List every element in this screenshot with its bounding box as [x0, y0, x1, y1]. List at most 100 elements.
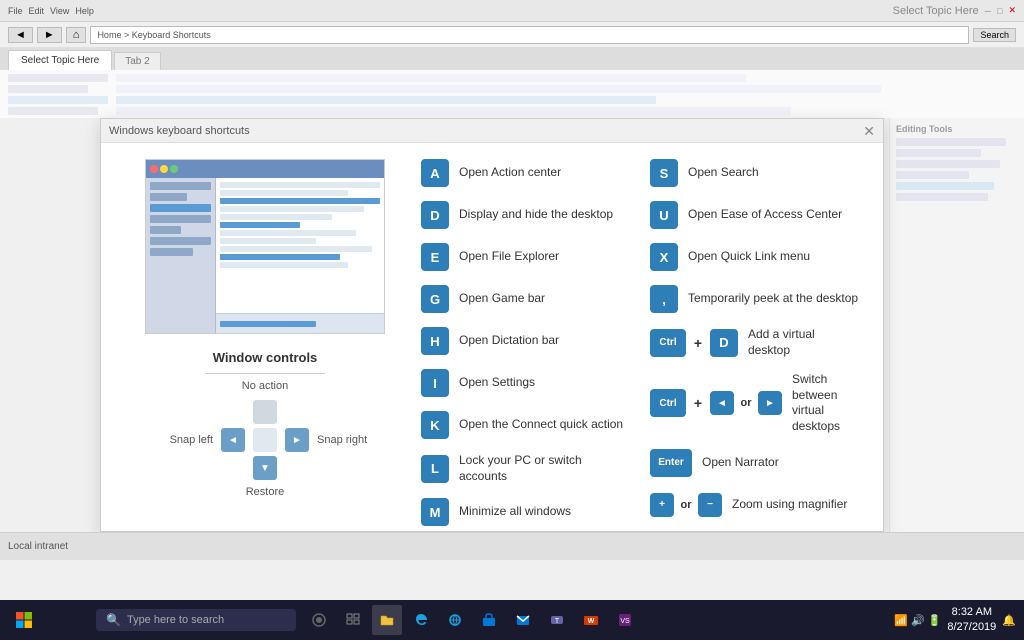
panel-body: Window controls No action Snap left ◄ [101, 143, 883, 531]
taskbar-icon-mail[interactable] [508, 605, 538, 635]
win-sidebar-item-1 [150, 182, 211, 190]
right-sidebar: Editing Tools [889, 118, 1024, 532]
window-controls-max[interactable]: □ [997, 6, 1002, 16]
win-row-highlight-2 [220, 222, 300, 228]
ctrl-arrows-key-group: Ctrl + ◄ or ► [650, 389, 782, 417]
controls-bottom-row: ▼ [253, 456, 277, 480]
taskbar-icon-store[interactable] [474, 605, 504, 635]
win-main [216, 178, 384, 313]
taskbar-icon-explorer[interactable] [372, 605, 402, 635]
shortcut-row-ctrl-arrows: Ctrl + ◄ or ► Switch between virtual des… [650, 372, 859, 434]
shortcut-row-x: X Open Quick Link menu [650, 243, 859, 271]
menu-item-view[interactable]: View [50, 6, 69, 16]
win-min-btn [160, 165, 168, 173]
or-text-1: or [738, 389, 754, 417]
shortcut-row-zoom: + or − Zoom using magnifier [650, 491, 859, 519]
win-row-3 [220, 206, 364, 212]
desc-a: Open Action center [459, 165, 561, 181]
window-controls-diagram: Window controls No action Snap left ◄ [125, 350, 405, 498]
key-g: G [421, 285, 449, 313]
panel-close-button[interactable]: ✕ [863, 124, 875, 138]
key-plus: + [650, 493, 674, 517]
taskbar-icon-office[interactable]: W [576, 605, 606, 635]
win-title-bar [146, 160, 384, 178]
win-sidebar-item-3 [150, 215, 211, 223]
taskbar-app-icons: T W VS [304, 605, 640, 635]
or-text-2: or [678, 491, 694, 519]
key-x: X [650, 243, 678, 271]
desc-x: Open Quick Link menu [688, 249, 810, 265]
taskbar-clock[interactable]: 8:32 AM 8/27/2019 [947, 605, 996, 636]
desc-enter: Open Narrator [702, 455, 779, 471]
taskbar-icon-ie[interactable] [440, 605, 470, 635]
desc-s: Open Search [688, 165, 759, 181]
taskbar-network-icon: 📶 [894, 614, 908, 627]
menu-item-help[interactable]: Help [75, 6, 94, 16]
app-menu-bar: File Edit View Help Select Topic Here ─ … [0, 0, 1024, 22]
key-h: H [421, 327, 449, 355]
key-left-arrow: ◄ [710, 391, 734, 415]
key-right-arrow: ► [758, 391, 782, 415]
taskbar-search-box[interactable]: 🔍 Type here to search [96, 609, 296, 631]
window-screenshot [145, 159, 385, 334]
status-text: Local intranet [8, 541, 68, 552]
controls-divider [205, 373, 325, 374]
win-close-btn [150, 165, 158, 173]
key-e: E [421, 243, 449, 271]
taskbar-icon-taskview[interactable] [338, 605, 368, 635]
key-d-combo: D [710, 329, 738, 357]
key-m: M [421, 498, 449, 526]
taskbar-search-placeholder: Type here to search [127, 614, 224, 626]
shortcuts-column-left: A Open Action center D Display and hide … [421, 159, 630, 515]
win-max-btn [170, 165, 178, 173]
home-button[interactable]: ⌂ [66, 27, 87, 43]
shortcut-row-h: H Open Dictation bar [421, 327, 630, 355]
taskbar-time-text: 8:32 AM [947, 605, 996, 620]
background-content [0, 70, 1024, 118]
taskbar-icon-vs[interactable]: VS [610, 605, 640, 635]
ctrl-left-btn[interactable]: ◄ [221, 428, 245, 452]
desc-k: Open the Connect quick action [459, 417, 623, 433]
shortcut-row-i: I Open Settings [421, 369, 630, 397]
key-u: U [650, 201, 678, 229]
taskbar-icon-teams[interactable]: T [542, 605, 572, 635]
address-bar[interactable]: Home > Keyboard Shortcuts [90, 26, 969, 44]
plus-sign-2: + [690, 389, 706, 417]
win-bottom-bar [216, 313, 384, 333]
back-button[interactable]: ◄ [8, 27, 33, 43]
menu-item-file[interactable]: File [8, 6, 23, 16]
desc-u: Open Ease of Access Center [688, 207, 842, 223]
taskbar-icon-cortana[interactable] [304, 605, 334, 635]
win-inner [146, 178, 384, 333]
key-i: I [421, 369, 449, 397]
tab-active[interactable]: Select Topic Here [8, 50, 112, 70]
search-toolbar-button[interactable]: Search [973, 28, 1016, 42]
start-button[interactable] [0, 600, 48, 640]
desc-g: Open Game bar [459, 291, 545, 307]
window-controls-min[interactable]: ─ [985, 6, 991, 16]
desc-i: Open Settings [459, 375, 535, 391]
forward-button[interactable]: ► [37, 27, 62, 43]
taskbar-sys-icons: 📶 🔊 🔋 [894, 614, 941, 627]
win-row-6 [220, 238, 316, 244]
window-controls-close[interactable]: ✕ [1008, 5, 1016, 16]
tab-2[interactable]: Tab 2 [114, 52, 160, 70]
taskbar-date-text: 8/27/2019 [947, 620, 996, 635]
taskbar-notification-icon[interactable]: 🔔 [1002, 614, 1016, 627]
win-sidebar-item-6 [150, 248, 193, 256]
win-sidebar-item-4 [150, 226, 181, 234]
panel-title: Windows keyboard shortcuts [109, 125, 250, 137]
win-row-8 [220, 262, 348, 268]
ctrl-down-btn[interactable]: ▼ [253, 456, 277, 480]
key-a: A [421, 159, 449, 187]
desc-e: Open File Explorer [459, 249, 559, 265]
window-controls-title: Window controls [125, 350, 405, 365]
panel-top-bar: Windows keyboard shortcuts ✕ [101, 119, 883, 143]
taskbar-icon-edge[interactable] [406, 605, 436, 635]
ctrl-right-btn[interactable]: ► [285, 428, 309, 452]
menu-item-edit[interactable]: Edit [29, 6, 45, 16]
win-inner-sidebar [146, 178, 216, 333]
win-sidebar-item-active [150, 204, 211, 212]
controls-grid: Snap left ◄ ► Snap right ▼ Restore [125, 400, 405, 498]
shortcut-row-a: A Open Action center [421, 159, 630, 187]
